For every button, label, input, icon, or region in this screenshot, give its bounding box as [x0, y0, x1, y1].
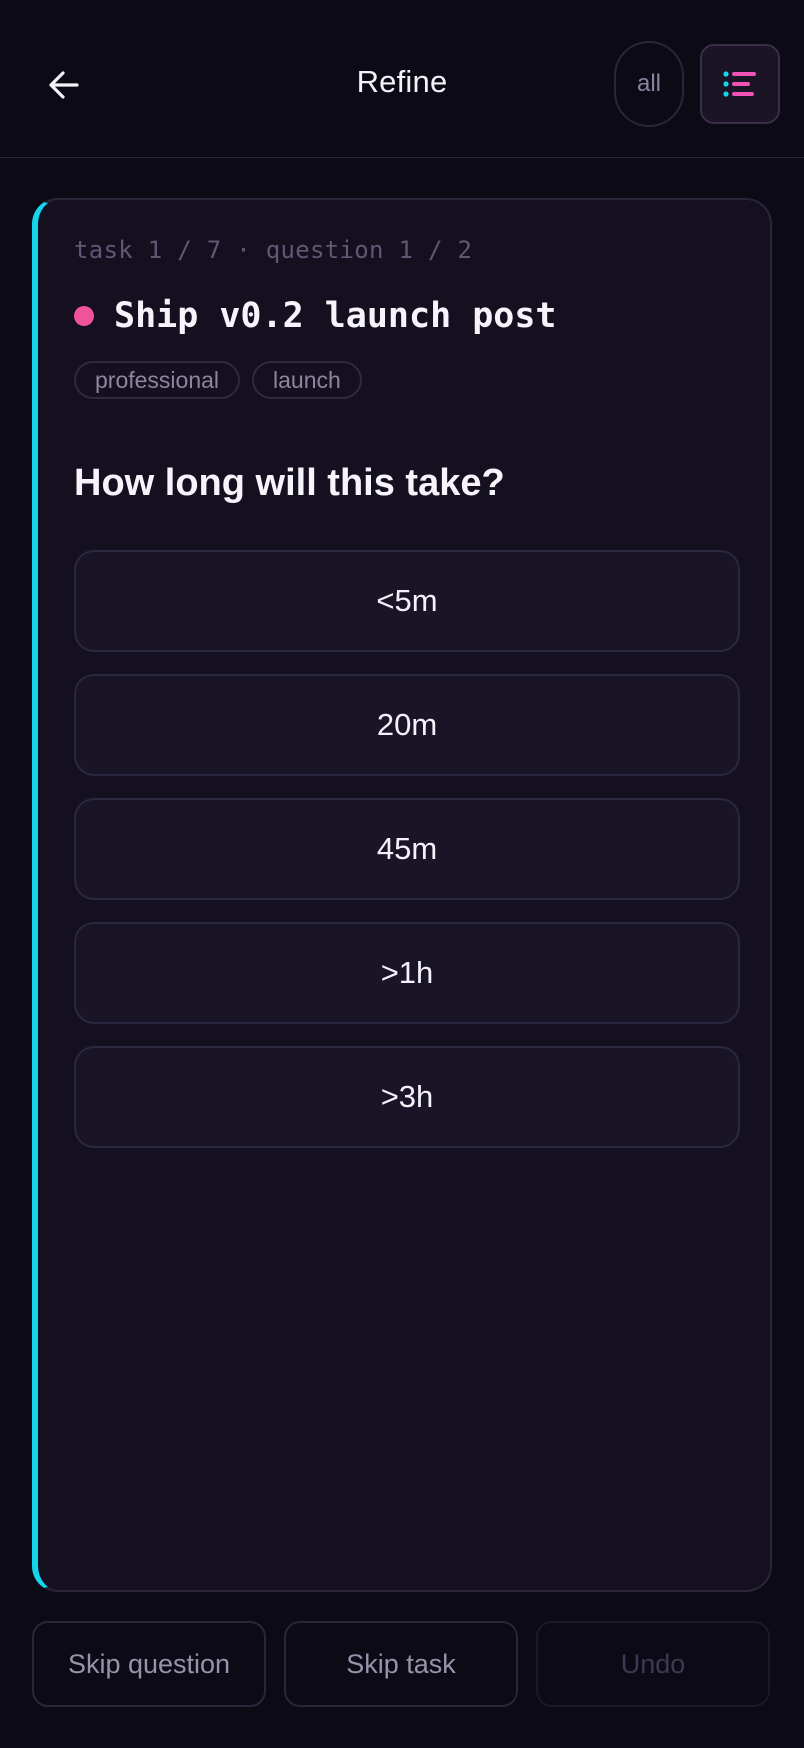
answer-option[interactable]: >1h	[74, 922, 740, 1024]
tag-list: professional launch	[74, 361, 362, 399]
list-menu-button[interactable]	[700, 44, 780, 124]
list-icon	[723, 71, 756, 97]
undo-button[interactable]: Undo	[536, 1621, 770, 1707]
question-text: How long will this take?	[74, 462, 505, 504]
answer-option[interactable]: <5m	[74, 550, 740, 652]
task-title-row: Ship v0.2 launch post	[74, 296, 557, 336]
tag: professional	[74, 361, 241, 399]
tag: launch	[252, 361, 362, 399]
status-dot	[74, 306, 94, 326]
answer-options: <5m 20m 45m >1h >3h	[74, 550, 740, 1170]
answer-option[interactable]: 20m	[74, 674, 740, 776]
skip-question-button[interactable]: Skip question	[32, 1621, 266, 1707]
task-title: Ship v0.2 launch post	[114, 296, 557, 336]
header: Refine all	[0, 0, 804, 158]
answer-option[interactable]: 45m	[74, 798, 740, 900]
filter-all-button[interactable]: all	[614, 41, 684, 127]
answer-option[interactable]: >3h	[74, 1046, 740, 1148]
task-progress: task 1 / 7 · question 1 / 2	[74, 236, 473, 264]
skip-task-button[interactable]: Skip task	[284, 1621, 518, 1707]
question-card: task 1 / 7 · question 1 / 2 Ship v0.2 la…	[32, 198, 772, 1592]
